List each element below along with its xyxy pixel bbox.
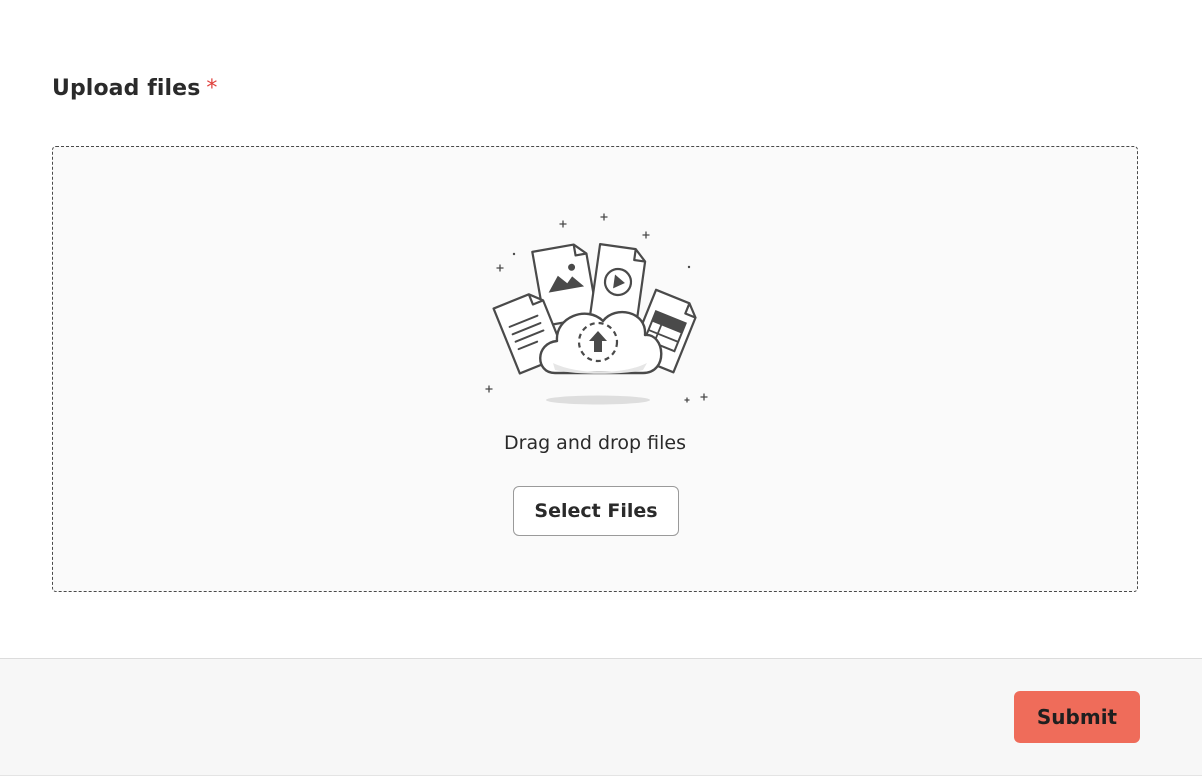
select-files-button[interactable]: Select Files <box>513 486 679 536</box>
submit-button[interactable]: Submit <box>1014 691 1140 743</box>
upload-files-label: Upload files * <box>52 76 218 101</box>
form-footer: Submit <box>0 658 1202 776</box>
cloud-upload-files-icon <box>485 213 708 405</box>
drag-drop-text: Drag and drop files <box>504 432 686 454</box>
field-label-text: Upload files <box>52 76 201 101</box>
upload-form-page: Upload files * Drag and drop files Selec… <box>0 0 1202 776</box>
required-asterisk: * <box>206 76 218 101</box>
file-dropzone[interactable]: Drag and drop files Select Files <box>52 146 1138 592</box>
